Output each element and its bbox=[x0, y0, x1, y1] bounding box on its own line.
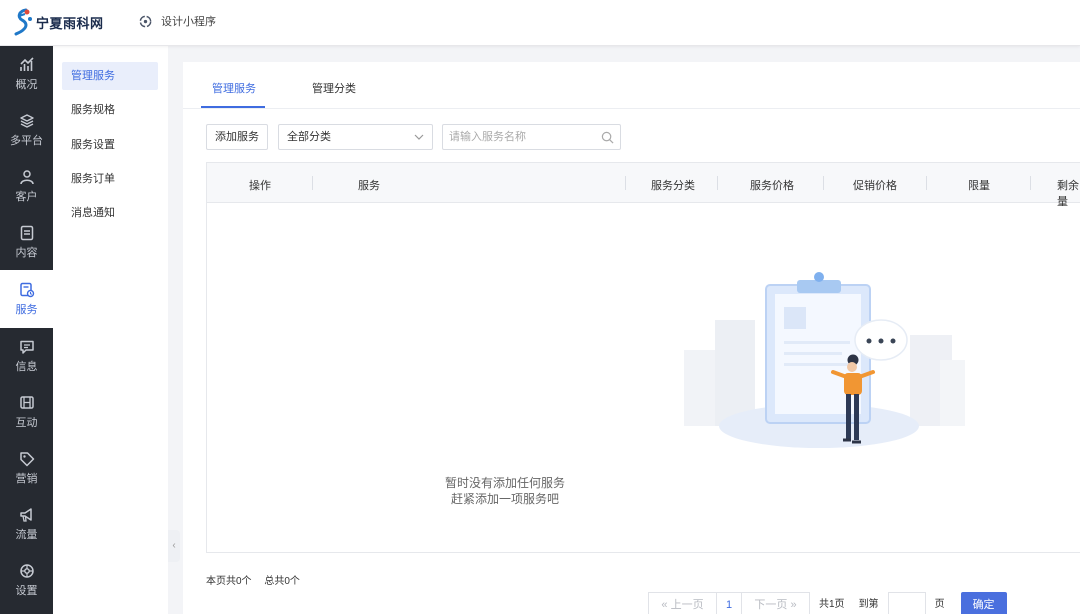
pagination: « 上一页 1 下一页 » 共1页 到第 页 确定 bbox=[648, 592, 1007, 614]
sidebar-item-service[interactable]: 服务 bbox=[0, 270, 53, 328]
column-divider bbox=[1030, 176, 1031, 190]
sidebar-item-interaction[interactable]: 互动 bbox=[0, 384, 53, 440]
subnav-item-service-orders[interactable]: 服务订单 bbox=[62, 165, 158, 193]
user-icon bbox=[19, 169, 34, 184]
sidebar-item-label: 概况 bbox=[15, 78, 38, 91]
prev-page-button[interactable]: « 上一页 bbox=[648, 592, 717, 614]
layers-icon bbox=[19, 113, 34, 128]
subnav-item-manage-services[interactable]: 管理服务 bbox=[62, 62, 158, 90]
mini-program-icon bbox=[139, 15, 152, 27]
mini-program-label: 设计小程序 bbox=[161, 16, 216, 28]
sidebar-item-label: 设置 bbox=[15, 584, 38, 597]
chevron-down-icon bbox=[414, 134, 424, 140]
sidebar-item-label: 多平台 bbox=[10, 134, 43, 147]
chart-icon bbox=[19, 56, 34, 71]
logo-text: 宁夏雨科网 bbox=[36, 16, 104, 32]
empty-state-subtitle: 赶紧添加一项服务吧 bbox=[450, 492, 559, 506]
document-icon bbox=[20, 225, 33, 240]
footer-counts: 本页共0个 总共0个 bbox=[206, 572, 310, 587]
empty-state-title: 暂时没有添加任何服务 bbox=[444, 476, 565, 490]
column-divider bbox=[625, 176, 626, 190]
interaction-icon bbox=[19, 395, 34, 409]
column-header-limit: 限量 bbox=[968, 180, 990, 192]
service-subnav: 管理服务 服务规格 服务设置 服务订单 消息通知 bbox=[53, 46, 168, 614]
subnav-item-service-settings[interactable]: 服务设置 bbox=[62, 131, 158, 159]
service-icon bbox=[19, 282, 34, 297]
table-header: 操作 服务 服务分类 服务价格 促销价格 限量 剩余量 bbox=[207, 163, 1080, 208]
message-icon bbox=[19, 340, 34, 354]
sidebar-item-messages[interactable]: 信息 bbox=[0, 328, 53, 384]
sidebar-item-content[interactable]: 内容 bbox=[0, 214, 53, 270]
total-count-label: 总共0个 bbox=[264, 576, 300, 587]
sidebar-item-multiplatform[interactable]: 多平台 bbox=[0, 102, 53, 158]
column-divider bbox=[926, 176, 927, 190]
tab-manage-categories[interactable]: 管理分类 bbox=[312, 80, 356, 96]
goto-page-input[interactable] bbox=[887, 592, 926, 614]
subnav-item-message-notifications[interactable]: 消息通知 bbox=[62, 199, 158, 227]
page-number-1[interactable]: 1 bbox=[716, 592, 742, 614]
tab-bar: 管理服务 管理分类 bbox=[183, 62, 1080, 109]
search-box bbox=[442, 124, 621, 150]
megaphone-icon bbox=[19, 507, 32, 522]
sidebar-item-settings[interactable]: 设置 bbox=[0, 552, 53, 608]
column-header-category: 服务分类 bbox=[651, 180, 695, 192]
page-count-label: 本页共0个 bbox=[206, 576, 252, 587]
sidebar-item-label: 信息 bbox=[15, 360, 38, 373]
sidebar-item-label: 客户 bbox=[15, 190, 38, 203]
logo[interactable]: 宁夏雨科网 bbox=[13, 8, 104, 36]
sidebar-item-customers[interactable]: 客户 bbox=[0, 158, 53, 214]
sidebar-item-label: 互动 bbox=[15, 416, 38, 429]
top-bar: 宁夏雨科网 设计小程序 bbox=[0, 0, 1080, 46]
column-divider bbox=[823, 176, 824, 190]
category-select[interactable]: 全部分类 bbox=[278, 124, 433, 150]
search-icon[interactable] bbox=[601, 131, 614, 144]
column-divider bbox=[717, 176, 718, 190]
active-tab-indicator bbox=[201, 106, 265, 108]
main-sidebar: 概况 多平台 客户 内容 服务 信息 互动 营销 流量 设置 bbox=[0, 46, 53, 614]
category-select-value: 全部分类 bbox=[287, 131, 331, 143]
prev-page-label: 上一页 bbox=[670, 599, 704, 611]
search-input[interactable] bbox=[449, 129, 599, 145]
total-pages-label: 共1页 bbox=[819, 599, 845, 610]
column-header-actions: 操作 bbox=[249, 180, 271, 192]
page-unit-label: 页 bbox=[934, 599, 945, 610]
sidebar-item-label: 服务 bbox=[15, 303, 38, 316]
tab-manage-services[interactable]: 管理服务 bbox=[212, 80, 256, 96]
double-chevron-right-icon: » bbox=[790, 599, 797, 611]
column-header-price: 服务价格 bbox=[750, 180, 794, 192]
next-page-label: 下一页 bbox=[754, 599, 788, 611]
design-mini-program-link[interactable]: 设计小程序 bbox=[138, 13, 216, 29]
collapse-subnav-handle[interactable]: ‹ bbox=[168, 530, 180, 562]
settings-icon bbox=[19, 563, 34, 578]
column-header-service: 服务 bbox=[358, 180, 380, 192]
goto-page-label: 到第 bbox=[858, 599, 879, 610]
sidebar-item-label: 内容 bbox=[15, 246, 38, 259]
next-page-button[interactable]: 下一页 » bbox=[741, 592, 810, 614]
sidebar-item-overview[interactable]: 概况 bbox=[0, 46, 53, 102]
column-header-remaining: 剩余量 bbox=[1057, 180, 1079, 208]
confirm-goto-button[interactable]: 确定 bbox=[960, 592, 1007, 614]
subnav-item-service-specs[interactable]: 服务规格 bbox=[62, 96, 158, 124]
tag-icon bbox=[19, 451, 34, 466]
add-service-button[interactable]: 添加服务 bbox=[206, 124, 268, 150]
double-chevron-left-icon: « bbox=[661, 599, 668, 611]
sidebar-item-label: 流量 bbox=[15, 528, 38, 541]
logo-icon bbox=[14, 8, 32, 36]
column-divider bbox=[312, 176, 313, 190]
empty-state-illustration bbox=[684, 272, 965, 448]
column-header-promo-price: 促销价格 bbox=[853, 180, 897, 192]
